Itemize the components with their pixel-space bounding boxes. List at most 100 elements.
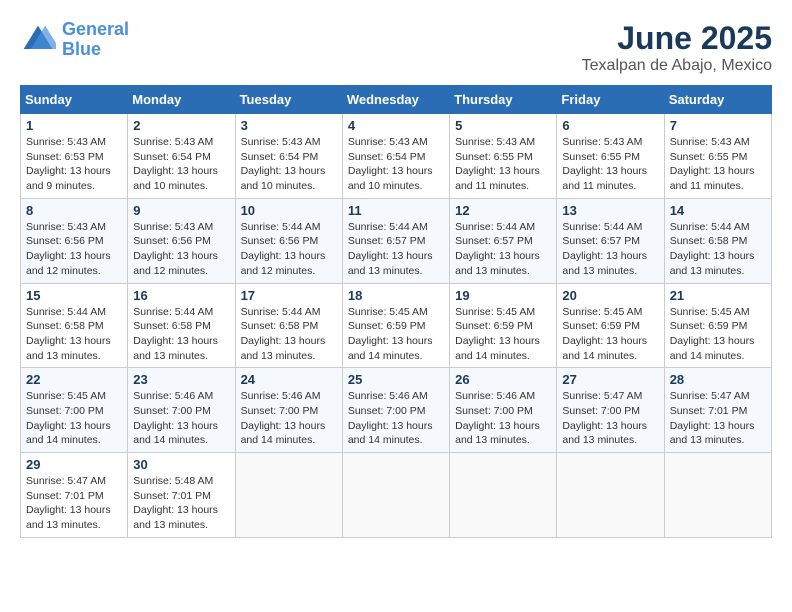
calendar-week-3: 15 Sunrise: 5:44 AM Sunset: 6:58 PM Dayli…	[21, 283, 772, 368]
calendar-cell	[342, 453, 449, 538]
calendar-cell	[235, 453, 342, 538]
calendar-cell: 4 Sunrise: 5:43 AM Sunset: 6:54 PM Daylig…	[342, 114, 449, 199]
calendar-cell: 2Sunrise: 5:43 AM Sunset: 6:54 PM Daylig…	[128, 114, 235, 199]
calendar-cell: 11 Sunrise: 5:44 AM Sunset: 6:57 PM Dayli…	[342, 198, 449, 283]
day-info: Sunrise: 5:43 AM Sunset: 6:56 PM Dayligh…	[26, 220, 122, 279]
calendar-cell: 27Sunrise: 5:47 AM Sunset: 7:00 PM Dayli…	[557, 368, 664, 453]
calendar-cell: 30 Sunrise: 5:48 AM Sunset: 7:01 PM Dayli…	[128, 453, 235, 538]
day-info: Sunrise: 5:46 AM Sunset: 7:00 PM Dayligh…	[348, 389, 444, 448]
day-number: 17	[241, 288, 337, 303]
calendar-cell: 1 Sunrise: 5:43 AM Sunset: 6:53 PM Daylig…	[21, 114, 128, 199]
logo-line2: Blue	[62, 39, 101, 59]
day-info: Sunrise: 5:45 AM Sunset: 6:59 PM Dayligh…	[348, 305, 444, 364]
day-info: Sunrise: 5:43 AM Sunset: 6:55 PM Dayligh…	[455, 135, 551, 194]
day-info: Sunrise: 5:45 AM Sunset: 6:59 PM Dayligh…	[455, 305, 551, 364]
day-info: Sunrise: 5:44 AM Sunset: 6:57 PM Dayligh…	[348, 220, 444, 279]
header-tuesday: Tuesday	[235, 86, 342, 114]
day-number: 20	[562, 288, 658, 303]
day-info: Sunrise: 5:43 AM Sunset: 6:53 PM Dayligh…	[26, 135, 122, 194]
calendar-week-4: 22Sunrise: 5:45 AM Sunset: 7:00 PM Dayli…	[21, 368, 772, 453]
day-number: 18	[348, 288, 444, 303]
day-number: 10	[241, 203, 337, 218]
day-info: Sunrise: 5:47 AM Sunset: 7:00 PM Dayligh…	[562, 389, 658, 448]
header: General Blue June 2025 Texalpan de Abajo…	[20, 20, 772, 75]
calendar-cell: 13Sunrise: 5:44 AM Sunset: 6:57 PM Dayli…	[557, 198, 664, 283]
calendar-cell: 10 Sunrise: 5:44 AM Sunset: 6:56 PM Dayli…	[235, 198, 342, 283]
calendar-cell	[557, 453, 664, 538]
day-number: 12	[455, 203, 551, 218]
calendar-week-5: 29Sunrise: 5:47 AM Sunset: 7:01 PM Dayli…	[21, 453, 772, 538]
title-area: June 2025 Texalpan de Abajo, Mexico	[582, 20, 772, 75]
day-info: Sunrise: 5:43 AM Sunset: 6:54 PM Dayligh…	[241, 135, 337, 194]
header-thursday: Thursday	[450, 86, 557, 114]
day-number: 7	[670, 118, 766, 133]
calendar-cell: 20 Sunrise: 5:45 AM Sunset: 6:59 PM Dayli…	[557, 283, 664, 368]
calendar-cell: 19Sunrise: 5:45 AM Sunset: 6:59 PM Dayli…	[450, 283, 557, 368]
calendar-cell: 16 Sunrise: 5:44 AM Sunset: 6:58 PM Dayli…	[128, 283, 235, 368]
calendar-week-2: 8Sunrise: 5:43 AM Sunset: 6:56 PM Daylig…	[21, 198, 772, 283]
calendar-cell: 18 Sunrise: 5:45 AM Sunset: 6:59 PM Dayli…	[342, 283, 449, 368]
day-number: 24	[241, 372, 337, 387]
calendar-cell: 3 Sunrise: 5:43 AM Sunset: 6:54 PM Daylig…	[235, 114, 342, 199]
day-info: Sunrise: 5:45 AM Sunset: 6:59 PM Dayligh…	[670, 305, 766, 364]
calendar-cell: 8Sunrise: 5:43 AM Sunset: 6:56 PM Daylig…	[21, 198, 128, 283]
calendar-cell: 29Sunrise: 5:47 AM Sunset: 7:01 PM Dayli…	[21, 453, 128, 538]
day-info: Sunrise: 5:46 AM Sunset: 7:00 PM Dayligh…	[133, 389, 229, 448]
calendar-cell: 9 Sunrise: 5:43 AM Sunset: 6:56 PM Daylig…	[128, 198, 235, 283]
day-info: Sunrise: 5:44 AM Sunset: 6:56 PM Dayligh…	[241, 220, 337, 279]
calendar-cell: 28Sunrise: 5:47 AM Sunset: 7:01 PM Dayli…	[664, 368, 771, 453]
header-friday: Friday	[557, 86, 664, 114]
day-number: 5	[455, 118, 551, 133]
day-number: 14	[670, 203, 766, 218]
day-number: 1	[26, 118, 122, 133]
calendar-title: June 2025	[582, 20, 772, 57]
day-info: Sunrise: 5:43 AM Sunset: 6:55 PM Dayligh…	[670, 135, 766, 194]
calendar-cell: 6 Sunrise: 5:43 AM Sunset: 6:55 PM Daylig…	[557, 114, 664, 199]
day-info: Sunrise: 5:44 AM Sunset: 6:58 PM Dayligh…	[26, 305, 122, 364]
day-number: 28	[670, 372, 766, 387]
calendar-table: Sunday Monday Tuesday Wednesday Thursday…	[20, 85, 772, 538]
day-number: 9	[133, 203, 229, 218]
day-info: Sunrise: 5:43 AM Sunset: 6:54 PM Dayligh…	[133, 135, 229, 194]
day-number: 23	[133, 372, 229, 387]
day-number: 4	[348, 118, 444, 133]
calendar-cell: 17Sunrise: 5:44 AM Sunset: 6:58 PM Dayli…	[235, 283, 342, 368]
calendar-subtitle: Texalpan de Abajo, Mexico	[582, 57, 772, 75]
calendar-cell: 21 Sunrise: 5:45 AM Sunset: 6:59 PM Dayli…	[664, 283, 771, 368]
day-info: Sunrise: 5:43 AM Sunset: 6:54 PM Dayligh…	[348, 135, 444, 194]
day-number: 15	[26, 288, 122, 303]
logo-line1: General	[62, 19, 129, 39]
day-info: Sunrise: 5:44 AM Sunset: 6:58 PM Dayligh…	[133, 305, 229, 364]
day-number: 21	[670, 288, 766, 303]
day-number: 29	[26, 457, 122, 472]
day-info: Sunrise: 5:43 AM Sunset: 6:56 PM Dayligh…	[133, 220, 229, 279]
calendar-cell: 7 Sunrise: 5:43 AM Sunset: 6:55 PM Daylig…	[664, 114, 771, 199]
header-wednesday: Wednesday	[342, 86, 449, 114]
calendar-cell: 22Sunrise: 5:45 AM Sunset: 7:00 PM Dayli…	[21, 368, 128, 453]
day-number: 26	[455, 372, 551, 387]
calendar-header: Sunday Monday Tuesday Wednesday Thursday…	[21, 86, 772, 114]
day-info: Sunrise: 5:48 AM Sunset: 7:01 PM Dayligh…	[133, 474, 229, 533]
day-number: 25	[348, 372, 444, 387]
logo: General Blue	[20, 20, 129, 60]
weekday-header-row: Sunday Monday Tuesday Wednesday Thursday…	[21, 86, 772, 114]
day-info: Sunrise: 5:46 AM Sunset: 7:00 PM Dayligh…	[241, 389, 337, 448]
day-info: Sunrise: 5:44 AM Sunset: 6:57 PM Dayligh…	[455, 220, 551, 279]
day-number: 30	[133, 457, 229, 472]
day-info: Sunrise: 5:43 AM Sunset: 6:55 PM Dayligh…	[562, 135, 658, 194]
day-number: 3	[241, 118, 337, 133]
day-info: Sunrise: 5:45 AM Sunset: 6:59 PM Dayligh…	[562, 305, 658, 364]
day-number: 11	[348, 203, 444, 218]
day-number: 22	[26, 372, 122, 387]
header-sunday: Sunday	[21, 86, 128, 114]
calendar-cell	[450, 453, 557, 538]
calendar-week-1: 1 Sunrise: 5:43 AM Sunset: 6:53 PM Daylig…	[21, 114, 772, 199]
day-info: Sunrise: 5:46 AM Sunset: 7:00 PM Dayligh…	[455, 389, 551, 448]
day-number: 16	[133, 288, 229, 303]
calendar-cell: 12 Sunrise: 5:44 AM Sunset: 6:57 PM Dayli…	[450, 198, 557, 283]
day-number: 13	[562, 203, 658, 218]
day-info: Sunrise: 5:44 AM Sunset: 6:58 PM Dayligh…	[670, 220, 766, 279]
calendar-cell: 23 Sunrise: 5:46 AM Sunset: 7:00 PM Dayli…	[128, 368, 235, 453]
logo-icon	[20, 22, 56, 58]
day-number: 6	[562, 118, 658, 133]
